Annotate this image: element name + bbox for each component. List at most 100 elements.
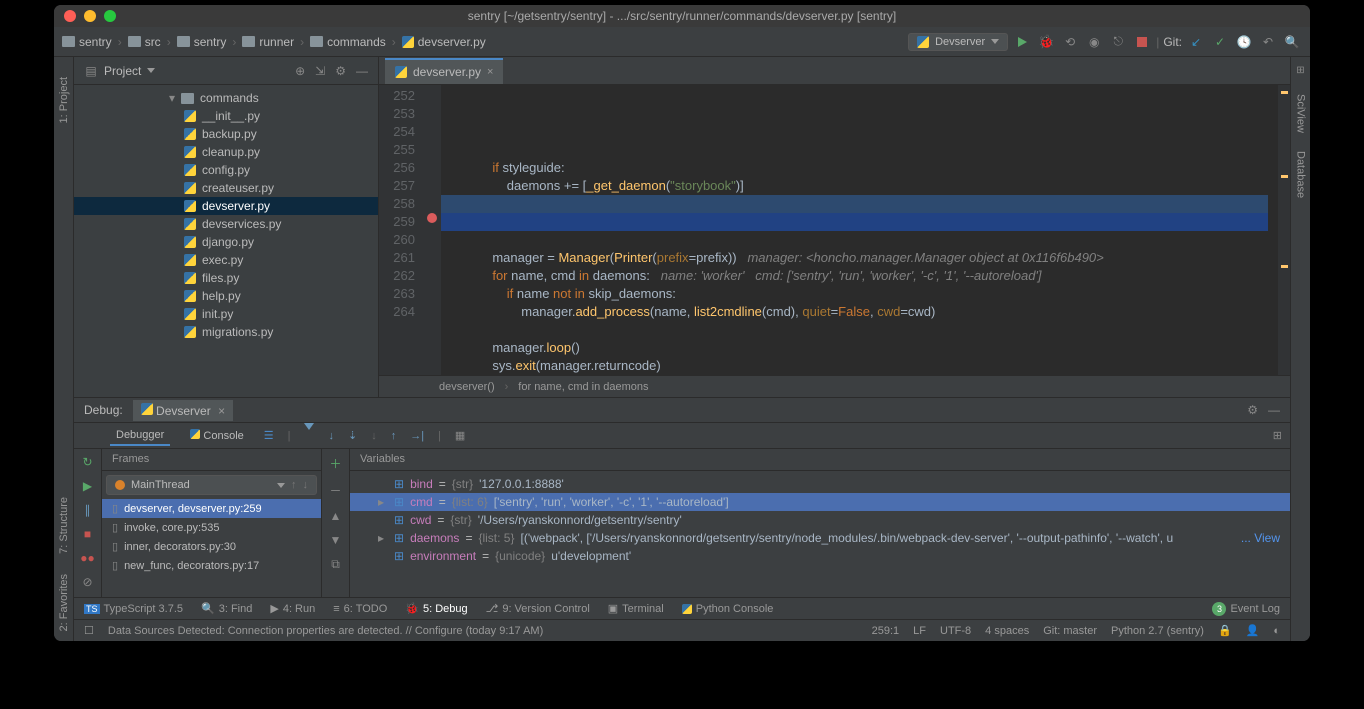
- frames-list[interactable]: ▯devserver, devserver.py:259▯invoke, cor…: [102, 499, 321, 575]
- run-button[interactable]: [1012, 32, 1032, 52]
- coverage-button[interactable]: ⟲: [1060, 32, 1080, 52]
- search-everywhere-button[interactable]: 🔍: [1282, 32, 1302, 52]
- layout-icon[interactable]: ⊞: [1273, 429, 1282, 442]
- gutter-icons[interactable]: [423, 85, 441, 375]
- status-icon[interactable]: ☐: [84, 624, 94, 637]
- vcs-tab[interactable]: ⎇ 9: Version Control: [486, 602, 590, 615]
- rerun-button[interactable]: ↻: [82, 455, 92, 469]
- pause-button[interactable]: ∥: [85, 503, 91, 517]
- git-branch[interactable]: Git: master: [1043, 625, 1097, 637]
- typescript-tab[interactable]: TS TypeScript 3.7.5: [84, 603, 183, 615]
- variable-row[interactable]: ▸⊞ daemons = {list: 5} [('webpack', ['/U…: [350, 529, 1290, 547]
- inspector-icon[interactable]: 👤: [1246, 624, 1260, 637]
- variable-row[interactable]: ⊞ bind = {str} '127.0.0.1:8888': [350, 475, 1290, 493]
- locate-icon[interactable]: ⊕: [295, 64, 305, 78]
- console-subtab[interactable]: Console: [184, 426, 249, 445]
- encoding[interactable]: UTF-8: [940, 625, 971, 637]
- debug-session-tab[interactable]: Devserver ×: [133, 400, 233, 421]
- step-into-button[interactable]: ↓: [328, 430, 334, 442]
- run-to-cursor-button[interactable]: →|: [410, 430, 424, 442]
- editor-breadcrumb[interactable]: devserver() › for name, cmd in daemons: [379, 375, 1290, 397]
- breadcrumb[interactable]: sentry›src›sentry›runner›commands›devser…: [62, 35, 486, 49]
- git-commit-button[interactable]: ✓: [1210, 32, 1230, 52]
- terminal-tab[interactable]: ▣ Terminal: [608, 602, 664, 615]
- git-revert-button[interactable]: ↶: [1258, 32, 1278, 52]
- threads-icon[interactable]: ☰: [264, 429, 274, 442]
- code-content[interactable]: if styleguide: daemons += [_get_daemon("…: [441, 85, 1278, 375]
- profile-button[interactable]: ◉: [1084, 32, 1104, 52]
- frame-item[interactable]: ▯devserver, devserver.py:259: [102, 499, 321, 518]
- tree-file[interactable]: init.py: [74, 305, 378, 323]
- project-tree[interactable]: ▾commands__init__.pybackup.pycleanup.pyc…: [74, 85, 378, 397]
- mute-button[interactable]: ⊘: [82, 575, 92, 589]
- close-icon[interactable]: ×: [487, 66, 493, 78]
- find-tab[interactable]: 🔍 3: Find: [201, 602, 252, 615]
- tree-file[interactable]: config.py: [74, 161, 378, 179]
- chevron-down-icon[interactable]: [147, 68, 155, 73]
- structure-tool-button[interactable]: 7: Structure: [58, 497, 70, 554]
- resume-button[interactable]: ▶: [83, 479, 92, 493]
- hide-icon[interactable]: —: [1268, 403, 1280, 417]
- attach-button[interactable]: ⎋: [1108, 32, 1128, 52]
- frame-item[interactable]: ▯invoke, core.py:535: [102, 518, 321, 537]
- grid-icon[interactable]: ⊞: [1296, 65, 1304, 76]
- tree-file[interactable]: help.py: [74, 287, 378, 305]
- todo-tab[interactable]: ≡ 6: TODO: [333, 603, 387, 615]
- thread-selector[interactable]: MainThread ↑↓: [106, 475, 317, 495]
- evaluate-button[interactable]: ▦: [455, 429, 465, 442]
- stop-button[interactable]: ■: [84, 527, 91, 541]
- favorites-tool-button[interactable]: 2: Favorites: [58, 574, 70, 631]
- breakpoint-icon[interactable]: [427, 213, 437, 223]
- code-area[interactable]: 252253254255256257258259260261262263264 …: [379, 85, 1290, 375]
- force-step-button[interactable]: ↓: [371, 430, 377, 442]
- project-tool-button[interactable]: 1: Project: [58, 77, 70, 123]
- run-config-selector[interactable]: Devserver: [908, 33, 1008, 51]
- step-out-button[interactable]: ↑: [391, 430, 397, 442]
- database-tool-button[interactable]: Database: [1295, 151, 1307, 198]
- tree-file[interactable]: devservices.py: [74, 215, 378, 233]
- breakpoints-button[interactable]: ●●: [80, 551, 95, 565]
- status-message[interactable]: Data Sources Detected: Connection proper…: [108, 625, 543, 637]
- add-watch-button[interactable]: ＋: [329, 455, 341, 472]
- copy-button[interactable]: ⧉: [331, 557, 340, 572]
- sciview-tool-button[interactable]: SciView: [1295, 94, 1307, 133]
- gear-icon[interactable]: ⚙: [335, 64, 346, 78]
- git-history-button[interactable]: 🕓: [1234, 32, 1254, 52]
- down-button[interactable]: ▼: [330, 533, 342, 547]
- variable-row[interactable]: ▸⊞ cmd = {list: 6} ['sentry', 'run', 'wo…: [350, 493, 1290, 511]
- variables-list[interactable]: ⊞ bind = {str} '127.0.0.1:8888'▸⊞ cmd = …: [350, 471, 1290, 597]
- expand-icon[interactable]: ⇲: [315, 64, 325, 78]
- editor-tab[interactable]: devserver.py ×: [385, 58, 503, 84]
- debugger-subtab[interactable]: Debugger: [110, 426, 170, 446]
- frame-item[interactable]: ▯new_func, decorators.py:17: [102, 556, 321, 575]
- variable-row[interactable]: ⊞ cwd = {str} '/Users/ryanskonnord/getse…: [350, 511, 1290, 529]
- frame-item[interactable]: ▯inner, decorators.py:30: [102, 537, 321, 556]
- run-tab[interactable]: ▶ 4: Run: [270, 602, 315, 615]
- git-update-button[interactable]: ↙: [1186, 32, 1206, 52]
- tree-file[interactable]: migrations.py: [74, 323, 378, 341]
- cursor-position[interactable]: 259:1: [872, 625, 900, 637]
- close-window-button[interactable]: [64, 10, 76, 22]
- tree-file[interactable]: backup.py: [74, 125, 378, 143]
- debug-button[interactable]: 🐞: [1036, 32, 1056, 52]
- tree-file[interactable]: __init__.py: [74, 107, 378, 125]
- indent[interactable]: 4 spaces: [985, 625, 1029, 637]
- minimize-window-button[interactable]: [84, 10, 96, 22]
- tree-file[interactable]: django.py: [74, 233, 378, 251]
- python-console-tab[interactable]: Python Console: [682, 603, 774, 615]
- tree-file[interactable]: exec.py: [74, 251, 378, 269]
- tree-file[interactable]: files.py: [74, 269, 378, 287]
- tree-file[interactable]: cleanup.py: [74, 143, 378, 161]
- tree-file[interactable]: createuser.py: [74, 179, 378, 197]
- lock-icon[interactable]: 🔒: [1218, 624, 1232, 637]
- memory-icon[interactable]: ◐: [1273, 625, 1280, 637]
- step-over-button[interactable]: [304, 430, 314, 442]
- step-into-my-button[interactable]: ⇣: [348, 429, 357, 442]
- up-button[interactable]: ▲: [330, 509, 342, 523]
- remove-watch-button[interactable]: －: [329, 482, 341, 499]
- interpreter[interactable]: Python 2.7 (sentry): [1111, 625, 1204, 637]
- debug-tab[interactable]: 🐞 5: Debug: [405, 602, 467, 615]
- event-log-tab[interactable]: 3 Event Log: [1212, 602, 1280, 616]
- tree-file[interactable]: devserver.py: [74, 197, 378, 215]
- zoom-window-button[interactable]: [104, 10, 116, 22]
